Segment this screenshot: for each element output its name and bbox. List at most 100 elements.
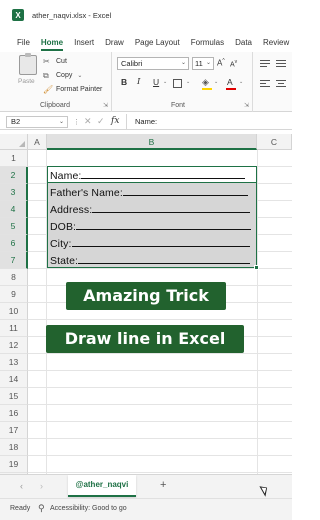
accessibility-icon[interactable]: ⚲ bbox=[38, 503, 45, 514]
row-header[interactable]: 7 bbox=[0, 252, 28, 269]
increase-font-size-icon[interactable]: A^ bbox=[217, 58, 225, 68]
clipboard-launcher-icon[interactable]: ⇲ bbox=[103, 102, 108, 109]
row-header[interactable]: 16 bbox=[0, 405, 28, 422]
paste-button[interactable]: Paste bbox=[18, 53, 40, 90]
cell-b5[interactable]: DOB: bbox=[50, 220, 252, 233]
row-header[interactable]: 1 bbox=[0, 150, 28, 167]
formula-input[interactable]: Name: bbox=[126, 114, 292, 129]
row-header[interactable]: 17 bbox=[0, 422, 28, 439]
worksheet-grid[interactable]: A B C 1234567891011121314151617181920 Na… bbox=[0, 134, 292, 474]
row-header[interactable]: 19 bbox=[0, 456, 28, 473]
add-sheet-button[interactable]: + bbox=[160, 479, 166, 491]
insert-function-icon[interactable]: fx bbox=[111, 116, 119, 126]
row-header[interactable]: 9 bbox=[0, 286, 28, 303]
row-header[interactable]: 18 bbox=[0, 439, 28, 456]
row-gridline bbox=[28, 439, 292, 456]
row-header[interactable]: 3 bbox=[0, 184, 28, 201]
clipboard-icon bbox=[19, 53, 37, 75]
font-color-button[interactable]: A bbox=[227, 77, 233, 87]
select-all-button[interactable] bbox=[0, 134, 28, 150]
chevron-left-icon[interactable]: ‹ bbox=[20, 481, 23, 491]
row-header[interactable]: 13 bbox=[0, 354, 28, 371]
cell-b2[interactable]: Name: bbox=[50, 169, 246, 182]
cancel-icon[interactable]: ✕ bbox=[84, 116, 92, 127]
cell-b3[interactable]: Father's Name: bbox=[50, 186, 248, 199]
font-name-dropdown[interactable]: Calibri ⌄ bbox=[117, 57, 189, 70]
tab-formulas[interactable]: Formulas bbox=[191, 38, 224, 47]
align-middle-icon[interactable] bbox=[276, 60, 286, 69]
bold-button[interactable]: B bbox=[121, 77, 127, 87]
formula-bar: B2 ⌄ ⋮ ✕ ✓ fx Name: bbox=[0, 114, 292, 130]
tab-draw[interactable]: Draw bbox=[105, 38, 124, 47]
row-header[interactable]: 6 bbox=[0, 235, 28, 252]
row-gridline bbox=[28, 456, 292, 473]
row-header[interactable]: 12 bbox=[0, 337, 28, 354]
sheet-tab-active[interactable]: @ather_naqvi bbox=[68, 475, 136, 497]
more-icon: ⋮ bbox=[73, 119, 80, 126]
chevron-down-icon[interactable]: ⌄ bbox=[214, 79, 218, 85]
tab-insert[interactable]: Insert bbox=[74, 38, 94, 47]
cut-button[interactable]: ✂ Cut bbox=[43, 56, 67, 67]
chevron-down-icon[interactable]: ⌄ bbox=[186, 79, 190, 85]
underline-rule bbox=[122, 186, 248, 196]
row-header[interactable]: 8 bbox=[0, 269, 28, 286]
underline-button[interactable]: U bbox=[153, 77, 159, 87]
underline-rule bbox=[81, 169, 246, 179]
accessibility-status[interactable]: Accessibility: Good to go bbox=[50, 505, 127, 512]
row-header[interactable]: 15 bbox=[0, 388, 28, 405]
underline-rule bbox=[92, 203, 251, 213]
fill-handle[interactable] bbox=[254, 265, 259, 270]
copy-button[interactable]: ⧉ Copy ⌄ bbox=[43, 70, 82, 81]
tab-file[interactable]: File bbox=[17, 38, 30, 47]
align-top-icon[interactable] bbox=[260, 60, 270, 69]
cell-label: Name: bbox=[50, 170, 82, 182]
chevron-down-icon[interactable]: ⌄ bbox=[163, 79, 167, 85]
chevron-right-icon[interactable]: › bbox=[40, 481, 43, 491]
tab-home[interactable]: Home bbox=[40, 38, 64, 51]
decrease-font-size-icon[interactable]: Av bbox=[230, 59, 237, 68]
paintbrush-icon: 🖌 bbox=[43, 85, 54, 94]
row-header[interactable]: 4 bbox=[0, 201, 28, 218]
copy-icon: ⧉ bbox=[43, 70, 49, 80]
column-header-b[interactable]: B bbox=[47, 134, 257, 150]
name-box[interactable]: B2 ⌄ bbox=[6, 116, 68, 128]
borders-icon[interactable] bbox=[173, 79, 182, 88]
tab-data[interactable]: Data bbox=[235, 38, 252, 47]
cell-b4[interactable]: Address: bbox=[50, 203, 251, 216]
window-title: ather_naqvi.xlsx - Excel bbox=[32, 10, 112, 20]
format-painter-button[interactable]: 🖌 Format Painter bbox=[43, 84, 102, 95]
row-header[interactable]: 5 bbox=[0, 218, 28, 235]
font-group: Calibri ⌄ 11 ⌄ A^ Av B I U ⌄ ⌄ ◈ ⌄ A ⌄ F… bbox=[113, 52, 253, 112]
row-gridline bbox=[28, 422, 292, 439]
font-size-dropdown[interactable]: 11 ⌄ bbox=[192, 57, 214, 70]
confirm-icon[interactable]: ✓ bbox=[97, 116, 105, 127]
column-header-a[interactable]: A bbox=[28, 134, 47, 150]
fill-color-icon[interactable]: ◈ bbox=[202, 77, 209, 88]
row-gridline bbox=[28, 354, 292, 371]
font-launcher-icon[interactable]: ⇲ bbox=[244, 102, 249, 109]
cell-label: DOB: bbox=[50, 221, 77, 233]
chevron-down-icon[interactable]: ⌄ bbox=[239, 79, 243, 85]
chevron-down-icon: ⌄ bbox=[180, 60, 186, 66]
row-header[interactable]: 14 bbox=[0, 371, 28, 388]
clipboard-group-label: Clipboard bbox=[40, 102, 70, 109]
align-left-icon[interactable] bbox=[260, 80, 270, 89]
cell-b7[interactable]: State: bbox=[50, 254, 251, 267]
align-center-icon[interactable] bbox=[276, 80, 286, 89]
italic-button[interactable]: I bbox=[137, 77, 140, 87]
chevron-down-icon[interactable]: ⌄ bbox=[77, 72, 82, 79]
font-color-swatch bbox=[226, 88, 236, 90]
row-header[interactable]: 11 bbox=[0, 320, 28, 337]
underline-rule bbox=[71, 237, 250, 247]
row-header[interactable]: 2 bbox=[0, 167, 28, 184]
format-painter-label: Format Painter bbox=[56, 86, 103, 93]
row-gridline bbox=[28, 388, 292, 405]
tab-review[interactable]: Review bbox=[263, 38, 289, 47]
cell-b6[interactable]: City: bbox=[50, 237, 250, 250]
row-header[interactable]: 10 bbox=[0, 303, 28, 320]
excel-logo-icon: X bbox=[12, 9, 24, 21]
chevron-down-icon: ⌄ bbox=[58, 119, 64, 125]
column-header-c[interactable]: C bbox=[257, 134, 292, 150]
alignment-group bbox=[254, 52, 292, 112]
tab-page-layout[interactable]: Page Layout bbox=[135, 38, 180, 47]
